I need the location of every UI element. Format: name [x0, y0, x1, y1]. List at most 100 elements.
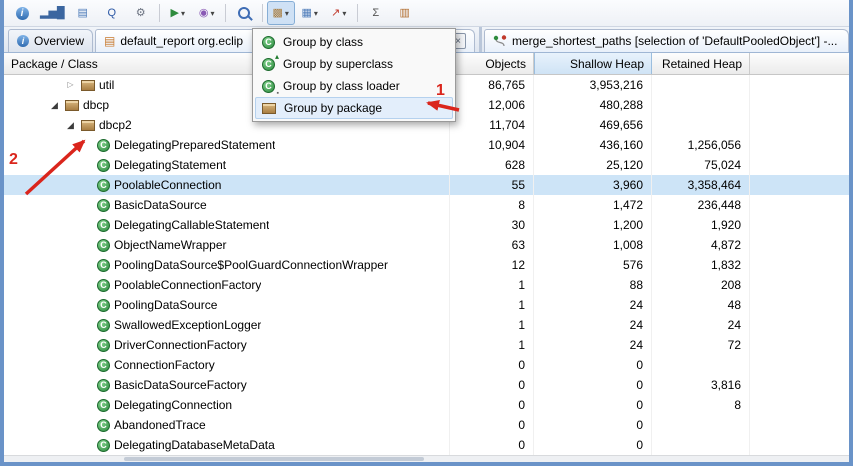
oql-icon-glyph: Q [107, 6, 116, 19]
cell-shallow-heap: 576 [534, 255, 652, 275]
row-label: dbcp [83, 98, 110, 112]
info-icon[interactable]: i [8, 1, 36, 25]
table-row[interactable]: C PoolingDataSource$PoolGuardConnectionWr… [4, 255, 849, 275]
table-row[interactable]: C SwallowedExceptionLogger 1 24 24 [4, 315, 849, 335]
cell-shallow-heap: 0 [534, 375, 652, 395]
toolbar-separator [356, 4, 358, 22]
table-row[interactable]: C DelegatingConnection 0 0 8 [4, 395, 849, 415]
cell-retained-heap: 24 [652, 315, 750, 335]
table-row[interactable]: C ConnectionFactory 0 0 [4, 355, 849, 375]
dominator-tree-icon[interactable]: ▤ [69, 1, 97, 25]
dropdown-caret-icon[interactable]: ▾ [211, 9, 215, 18]
horizontal-scrollbar[interactable] [4, 455, 849, 462]
run-expert-test-icon[interactable]: ▶ ▾ [164, 1, 192, 25]
thread-overview-icon[interactable]: ⚙ [127, 1, 155, 25]
class-icon: C [97, 338, 110, 352]
cell-filler [750, 75, 849, 95]
row-label: PoolableConnection [114, 178, 222, 192]
table-row[interactable]: C DelegatingStatement 628 25,120 75,024 [4, 155, 849, 175]
dropdown-caret-icon[interactable]: ▾ [285, 9, 289, 18]
chart-icon[interactable]: ↗ ▾ [325, 1, 353, 25]
calculate-retained-size-icon[interactable]: Σ [362, 1, 390, 25]
cell-objects: 628 [450, 155, 534, 175]
query-browser-icon-glyph: ◉ [198, 6, 209, 19]
tree-expanded-icon[interactable]: ◢ [64, 120, 77, 130]
dropdown-caret-icon[interactable]: ▾ [314, 9, 318, 18]
column-header-retained-heap[interactable]: Retained Heap [652, 53, 750, 74]
table-row[interactable]: C DelegatingCallableStatement 30 1,200 1,920 [4, 215, 849, 235]
customize-table-icon[interactable]: ▦ ▾ [296, 1, 324, 25]
cell-objects: 86,765 [450, 75, 534, 95]
compare-icon[interactable]: ▥ [391, 1, 419, 25]
cell-objects: 12 [450, 255, 534, 275]
column-header-filler [750, 53, 849, 74]
menu-item-label: Group by class [283, 35, 364, 49]
cell-filler [750, 155, 849, 175]
dropdown-caret-icon[interactable]: ▾ [181, 9, 185, 18]
cell-package-class: C PoolableConnection [4, 175, 450, 195]
oql-icon[interactable]: Q [98, 1, 126, 25]
cell-retained-heap: 72 [652, 335, 750, 355]
column-header-objects[interactable]: Objects [450, 53, 534, 74]
table-row[interactable]: C BasicDataSource 8 1,472 236,448 [4, 195, 849, 215]
row-label: PoolableConnectionFactory [114, 278, 262, 292]
cell-retained-heap [652, 75, 750, 95]
tree-collapsed-icon[interactable]: ▷ [64, 81, 77, 89]
cell-package-class: C PoolingDataSource [4, 295, 450, 315]
table-row[interactable]: C PoolingDataSource 1 24 48 [4, 295, 849, 315]
class-icon: C [97, 278, 110, 292]
table-row[interactable]: C DelegatingDatabaseMetaData 0 0 [4, 435, 849, 455]
dropdown-caret-icon[interactable]: ▾ [342, 9, 346, 18]
toolbar-separator [224, 4, 226, 22]
cell-objects: 1 [450, 275, 534, 295]
table-row[interactable]: C PoolableConnectionFactory 1 88 208 [4, 275, 849, 295]
cell-objects: 55 [450, 175, 534, 195]
cell-objects: 8 [450, 195, 534, 215]
report-icon: ▤ [104, 34, 116, 48]
cell-filler [750, 115, 849, 135]
table-row[interactable]: C AbandonedTrace 0 0 [4, 415, 849, 435]
tab-label: Overview [34, 34, 85, 48]
tab-merge-shortest-paths[interactable]: merge_shortest_paths [selection of 'Defa… [484, 29, 849, 52]
cell-shallow-heap: 24 [534, 335, 652, 355]
package-icon [81, 119, 95, 131]
table-row[interactable]: C PoolableConnection 55 3,960 3,358,464 [4, 175, 849, 195]
cell-objects: 10,904 [450, 135, 534, 155]
histogram-icon[interactable]: ▂▅█ [37, 1, 68, 25]
menu-item-group-by-superclass[interactable]: C Group by superclass [255, 52, 453, 75]
tab-overview[interactable]: i Overview [8, 29, 94, 52]
query-browser-icon[interactable]: ◉ ▾ [193, 1, 221, 25]
class-icon: C [97, 158, 110, 172]
menu-item-label: Group by superclass [283, 57, 394, 71]
column-header-shallow-heap[interactable]: Shallow Heap [534, 53, 652, 74]
table-row[interactable]: C DelegatingPreparedStatement 10,904 436,16… [4, 135, 849, 155]
search-icon[interactable] [230, 1, 258, 25]
menu-item-group-by-package[interactable]: Group by package [255, 97, 453, 119]
cell-package-class: C ObjectNameWrapper [4, 235, 450, 255]
tree-expanded-icon[interactable]: ◢ [48, 100, 61, 110]
cell-retained-heap: 236,448 [652, 195, 750, 215]
cell-objects: 0 [450, 395, 534, 415]
cell-retained-heap [652, 355, 750, 375]
superclass-icon: C [262, 52, 279, 71]
classloader-icon: C [262, 79, 279, 97]
cell-package-class: C ConnectionFactory [4, 355, 450, 375]
class-icon: C [97, 358, 110, 372]
class-icon: C [262, 35, 275, 49]
menu-item-label: Group by class loader [283, 79, 400, 93]
cell-shallow-heap: 0 [534, 355, 652, 375]
row-label: DelegatingStatement [114, 158, 227, 172]
menu-item-group-by-class[interactable]: C Group by class [255, 31, 453, 53]
table-row[interactable]: C BasicDataSourceFactory 0 0 3,816 [4, 375, 849, 395]
cell-filler [750, 135, 849, 155]
menu-item-group-by-class-loader[interactable]: C Group by class loader [255, 75, 453, 97]
table-row[interactable]: C ObjectNameWrapper 63 1,008 4,872 [4, 235, 849, 255]
dominator-tree-icon-glyph: ▤ [77, 6, 88, 19]
group-by-icon[interactable]: ▩ ▾ [266, 1, 295, 25]
class-icon: C [97, 298, 110, 312]
table-row[interactable]: C DriverConnectionFactory 1 24 72 [4, 335, 849, 355]
cell-package-class: C DelegatingPreparedStatement [4, 135, 450, 155]
thread-overview-icon-glyph: ⚙ [135, 6, 146, 19]
scrollbar-thumb[interactable] [124, 457, 424, 461]
cell-shallow-heap: 24 [534, 295, 652, 315]
